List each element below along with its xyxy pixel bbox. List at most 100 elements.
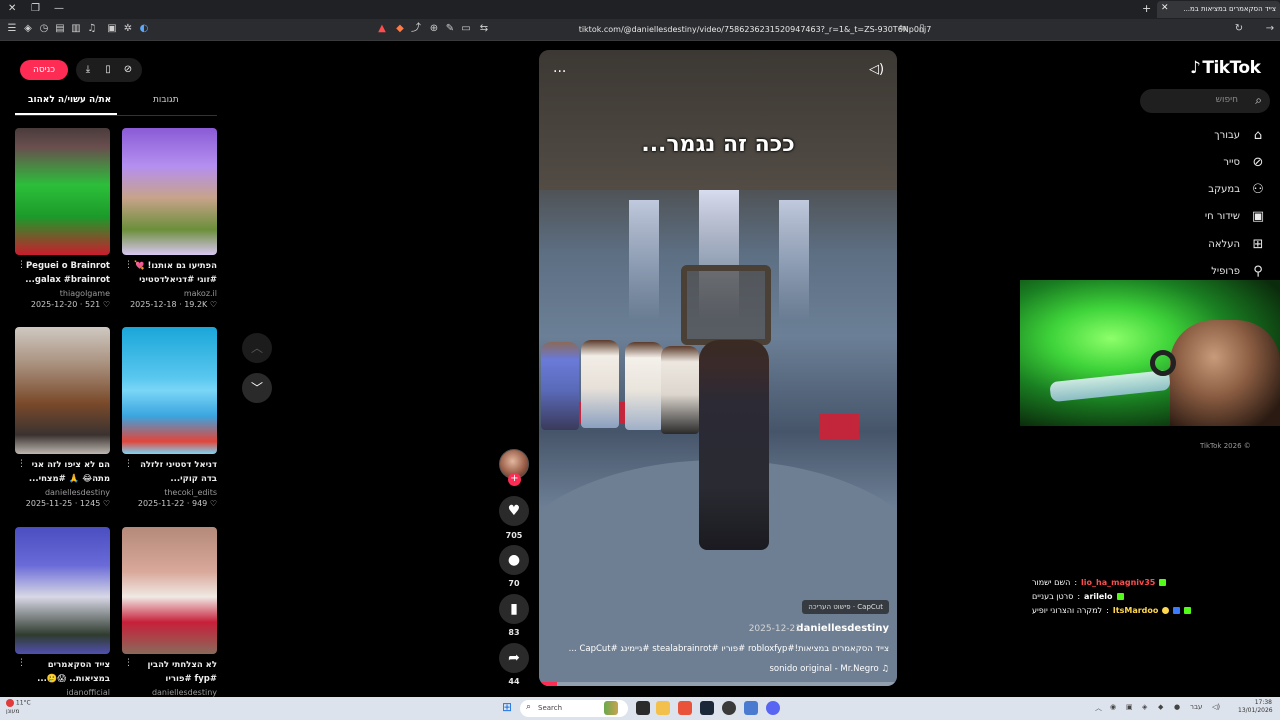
video-title[interactable]: דניאל דסטיני זלזלה בדה קוקי... #mmy... [122,458,217,486]
follow-plus-icon[interactable]: + [508,473,521,486]
save-button[interactable]: ▮ [499,594,529,624]
video-thumbnail[interactable] [15,128,110,255]
volume-icon[interactable]: ◁) [1212,703,1220,711]
widget-app-icon[interactable] [604,701,618,715]
wallet-icon[interactable]: ▣ [106,23,118,35]
close-tab-icon[interactable]: ✕ [1161,3,1169,13]
system-clock[interactable]: 17:38 13/01/2026 [1238,699,1273,715]
progress-track[interactable] [539,682,897,686]
nav-item-profile[interactable]: פרופיל ⚲ [1211,262,1266,280]
translate-icon[interactable]: ⇆ [478,23,490,35]
search-icon[interactable]: ⌕ [1255,93,1262,108]
more-options-icon[interactable]: ⋮ [124,658,133,668]
tiktok-logo[interactable]: ♪ TikTok [1190,58,1261,78]
more-options-icon[interactable]: ⋮ [17,260,26,270]
brave-rewards-icon[interactable]: ▲ [376,23,388,35]
video-card[interactable]: דניאל דסטיני זלזלה בדה קוקי... #mmy... t… [122,327,217,508]
more-options-icon[interactable]: ⋮ [17,459,26,469]
tabs-icon[interactable]: ▤ [54,23,66,35]
nav-item-upload[interactable]: העלאה ⊞ [1208,235,1266,253]
like-button[interactable]: ♥ [499,496,529,526]
next-video-button[interactable]: ﹀ [242,373,272,403]
steam-icon[interactable] [700,701,714,715]
share-icon[interactable]: ⤴ [410,23,422,35]
video-description[interactable]: צייד הסקאמרים במציאות!#robloxfyp #פוריו … [549,644,889,654]
nav-item-foryou[interactable]: עבורך ⌂ [1214,126,1266,144]
tray-app-icon[interactable]: ◉ [1110,703,1116,711]
tune-icon[interactable]: ⇋ [897,23,909,35]
file-explorer-icon[interactable] [656,701,670,715]
video-author[interactable]: makoz.il [122,289,217,298]
close-window-icon[interactable]: ✕ [8,3,16,14]
download-icon[interactable]: ⤓ [80,62,96,78]
video-card[interactable]: הפתיעו גם אותנו! 💘 #זוגי #דניאלדסטיני ma… [122,128,217,309]
video-thumbnail[interactable] [15,527,110,654]
video-author[interactable]: daniellesdestiny [15,488,110,497]
forward-icon[interactable]: → [1264,23,1276,35]
language-indicator[interactable]: עבר [1190,703,1202,711]
video-title[interactable]: צייד הסקאמרים במציאות.. 😱🥲... [15,658,110,686]
tab-comments[interactable]: תגובות [153,95,179,105]
video-player[interactable]: ככה זה נגמר... ··· ◁) CapCut · פישוט הער… [539,50,897,686]
menu-icon[interactable]: ☰ [6,23,18,35]
tab-recommended[interactable]: את/ה עשוי/ה לאהוב [28,95,111,105]
nav-item-following[interactable]: במעקב ⚇ [1208,180,1266,198]
video-title[interactable]: הם לא ציפו לזה אני מתה😂 🙏 #מצחי... [15,458,110,486]
video-title[interactable]: הפתיעו גם אותנו! 💘 #זוגי #דניאלדסטיני [122,259,217,287]
video-title[interactable]: לא הצלחתי להבין #fyp #פוריו #מצחיק [122,658,217,686]
more-options-icon[interactable]: ⋮ [17,658,26,668]
reload-icon[interactable]: ↻ [1233,23,1245,35]
progress-fill[interactable] [539,682,557,686]
obs-icon[interactable] [722,701,736,715]
tray-app-icon[interactable]: ● [1174,703,1180,711]
tray-app-icon[interactable]: ◆ [1158,703,1163,711]
video-card[interactable]: Peguei o Brainrot galax #brainrot... thi… [15,128,110,309]
video-card[interactable]: הם לא ציפו לזה אני מתה😂 🙏 #מצחי... danie… [15,327,110,508]
capcut-badge[interactable]: CapCut · פישוט העריכה [802,600,889,614]
tray-app-icon[interactable]: ▣ [1126,703,1133,711]
brave-shield-icon[interactable]: ◆ [394,23,406,35]
video-author[interactable]: idanofficial [15,688,110,697]
discord-icon[interactable] [766,701,780,715]
windows-start-icon[interactable]: ⊞ [502,701,514,713]
share-button[interactable]: ➦ [499,643,529,673]
task-view-icon[interactable] [636,701,650,715]
nav-item-live[interactable]: שידור חי ▣ [1205,207,1266,225]
tray-chevron-icon[interactable]: ︿ [1095,703,1102,713]
music-icon[interactable]: ♫ [86,23,98,35]
audio-icon[interactable]: ◐ [138,23,150,35]
app-icon[interactable] [744,701,758,715]
bookmark-icon[interactable]: ▯ [916,23,928,35]
more-options-icon[interactable]: ⋮ [124,459,133,469]
video-title[interactable]: Peguei o Brainrot galax #brainrot... [15,259,110,287]
zoom-icon[interactable]: ⊕ [428,23,440,35]
video-thumbnail[interactable] [122,527,217,654]
more-options-icon[interactable]: ⋮ [124,260,133,270]
extensions-icon[interactable]: ✲ [122,23,134,35]
tray-app-icon[interactable]: ◈ [1142,703,1147,711]
brave-browser-icon[interactable] [678,701,692,715]
browser-tab[interactable]: ✕ צייד הסקאמרים במציאות במ... [1157,1,1280,18]
previous-video-button[interactable]: ︿ [242,333,272,363]
nav-item-explore[interactable]: סייר ⊘ [1223,153,1266,171]
video-thumbnail[interactable] [15,327,110,454]
edit-icon[interactable]: ✎ [444,23,456,35]
video-author[interactable]: thecoki_edits [122,488,217,497]
restore-icon[interactable]: ❐ [31,3,40,14]
volume-icon[interactable]: ◁) [869,62,884,77]
address-bar[interactable]: tiktok.com/@daniellesdestiny/video/75862… [560,22,950,38]
video-sound[interactable]: sonido original - Mr.Negro ♫ [770,664,890,674]
login-button[interactable]: כניסה [20,60,68,80]
more-options-icon[interactable]: ··· [553,64,566,80]
video-author[interactable]: thiagolgame [15,289,110,298]
minimize-icon[interactable]: — [54,3,64,14]
video-thumbnail[interactable] [122,327,217,454]
sidebar-icon[interactable]: ▥ [70,23,82,35]
video-thumbnail[interactable] [122,128,217,255]
compass-icon[interactable]: ⊘ [120,62,136,78]
screenshot-icon[interactable]: ▭ [460,23,472,35]
history-icon[interactable]: ◷ [38,23,50,35]
video-card[interactable]: לא הצלחתי להבין #fyp #פוריו #מצחיק danie… [122,527,217,697]
new-tab-button[interactable]: + [1142,2,1151,15]
search-input[interactable]: חיפוש ⌕ [1140,89,1270,113]
